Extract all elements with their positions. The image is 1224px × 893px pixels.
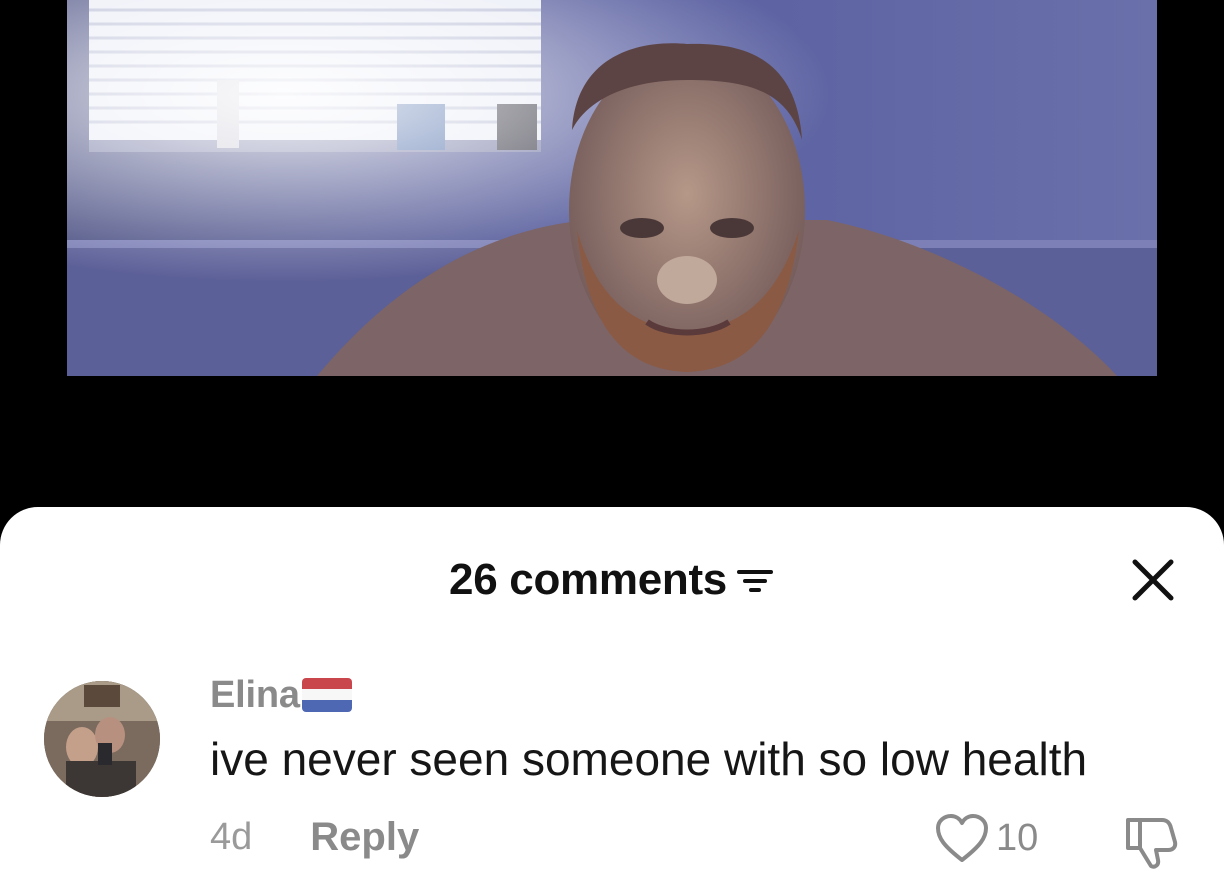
comments-count-label: 26 comments: [449, 555, 727, 604]
heart-icon[interactable]: [934, 812, 990, 864]
close-icon[interactable]: [1130, 557, 1176, 603]
screen: 26 comments Elina ive never seen someone…: [0, 0, 1224, 893]
username-row: Elina: [210, 674, 352, 717]
comments-header: 26 comments: [0, 557, 1224, 603]
avatar-image: [44, 681, 160, 797]
comments-sheet: 26 comments Elina ive never seen someone…: [0, 507, 1224, 893]
sort-filter-icon[interactable]: [735, 565, 775, 595]
comment-text: ive never seen someone with so low healt…: [210, 733, 1088, 785]
reply-button[interactable]: Reply: [310, 815, 419, 860]
comments-title: 26 comments: [0, 557, 1224, 603]
comment-item: Elina ive never seen someone with so low…: [0, 674, 1224, 893]
video-frame[interactable]: [67, 0, 1157, 376]
comment-meta: 4d Reply: [210, 815, 419, 859]
comment-timestamp: 4d: [210, 815, 253, 858]
like-group[interactable]: 10: [934, 812, 1038, 864]
like-count: 10: [996, 816, 1039, 859]
video-scene: [67, 0, 1157, 376]
username[interactable]: Elina: [210, 674, 300, 717]
dislike-icon[interactable]: [1122, 812, 1180, 870]
netherlands-flag-icon: [301, 678, 352, 712]
avatar[interactable]: [44, 681, 160, 797]
